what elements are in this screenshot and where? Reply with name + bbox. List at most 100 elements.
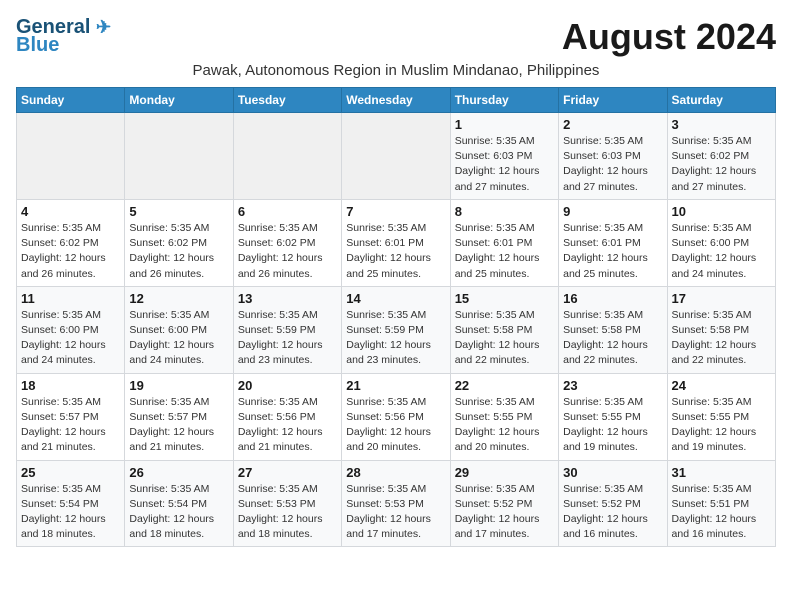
day-number: 21 — [346, 378, 445, 393]
day-number: 8 — [455, 204, 554, 219]
calendar-cell: 28 Sunrise: 5:35 AM Sunset: 5:53 PM Dayli… — [342, 460, 450, 547]
day-number: 11 — [21, 291, 120, 306]
day-info: Sunrise: 5:35 AM Sunset: 5:59 PM Dayligh… — [346, 308, 445, 369]
week-row-3: 11 Sunrise: 5:35 AM Sunset: 6:00 PM Dayli… — [17, 286, 776, 373]
day-info: Sunrise: 5:35 AM Sunset: 5:58 PM Dayligh… — [672, 308, 771, 369]
day-info: Sunrise: 5:35 AM Sunset: 6:01 PM Dayligh… — [346, 221, 445, 282]
calendar-cell: 13 Sunrise: 5:35 AM Sunset: 5:59 PM Dayli… — [233, 286, 341, 373]
logo: General ✈ Blue — [16, 16, 111, 57]
day-number: 7 — [346, 204, 445, 219]
calendar-cell: 23Sunrise: 5:35 AM Sunset: 5:55 PM Dayli… — [559, 373, 667, 460]
day-number: 30 — [563, 465, 662, 480]
day-info: Sunrise: 5:35 AM Sunset: 5:57 PM Dayligh… — [129, 395, 228, 456]
day-info: Sunrise: 5:35 AM Sunset: 6:00 PM Dayligh… — [129, 308, 228, 369]
day-number: 6 — [238, 204, 337, 219]
calendar-table: SundayMondayTuesdayWednesdayThursdayFrid… — [16, 87, 776, 547]
calendar-cell: 4 Sunrise: 5:35 AM Sunset: 6:02 PM Daylig… — [17, 199, 125, 286]
day-info: Sunrise: 5:35 AM Sunset: 6:02 PM Dayligh… — [672, 134, 771, 195]
day-number: 18 — [21, 378, 120, 393]
day-number: 17 — [672, 291, 771, 306]
day-number: 19 — [129, 378, 228, 393]
calendar-cell: 16Sunrise: 5:35 AM Sunset: 5:58 PM Dayli… — [559, 286, 667, 373]
day-info: Sunrise: 5:35 AM Sunset: 5:53 PM Dayligh… — [346, 482, 445, 543]
day-info: Sunrise: 5:35 AM Sunset: 5:52 PM Dayligh… — [455, 482, 554, 543]
day-number: 26 — [129, 465, 228, 480]
day-info: Sunrise: 5:35 AM Sunset: 5:52 PM Dayligh… — [563, 482, 662, 543]
day-number: 4 — [21, 204, 120, 219]
day-number: 12 — [129, 291, 228, 306]
week-row-4: 18 Sunrise: 5:35 AM Sunset: 5:57 PM Dayli… — [17, 373, 776, 460]
day-number: 16 — [563, 291, 662, 306]
day-info: Sunrise: 5:35 AM Sunset: 5:55 PM Dayligh… — [563, 395, 662, 456]
day-info: Sunrise: 5:35 AM Sunset: 5:53 PM Dayligh… — [238, 482, 337, 543]
calendar-cell: 25Sunrise: 5:35 AM Sunset: 5:54 PM Dayli… — [17, 460, 125, 547]
day-header-saturday: Saturday — [667, 88, 775, 113]
calendar-cell: 1 Sunrise: 5:35 AM Sunset: 6:03 PM Daylig… — [450, 113, 558, 200]
month-title: August 2024 — [562, 16, 776, 58]
day-info: Sunrise: 5:35 AM Sunset: 5:56 PM Dayligh… — [238, 395, 337, 456]
day-info: Sunrise: 5:35 AM Sunset: 5:55 PM Dayligh… — [672, 395, 771, 456]
day-info: Sunrise: 5:35 AM Sunset: 6:03 PM Dayligh… — [563, 134, 662, 195]
calendar-cell: 20 Sunrise: 5:35 AM Sunset: 5:56 PM Dayli… — [233, 373, 341, 460]
day-number: 28 — [346, 465, 445, 480]
calendar-cell: 11 Sunrise: 5:35 AM Sunset: 6:00 PM Dayli… — [17, 286, 125, 373]
days-header-row: SundayMondayTuesdayWednesdayThursdayFrid… — [17, 88, 776, 113]
day-info: Sunrise: 5:35 AM Sunset: 5:51 PM Dayligh… — [672, 482, 771, 543]
calendar-cell: 12 Sunrise: 5:35 AM Sunset: 6:00 PM Dayli… — [125, 286, 233, 373]
day-number: 1 — [455, 117, 554, 132]
calendar-cell: 26Sunrise: 5:35 AM Sunset: 5:54 PM Dayli… — [125, 460, 233, 547]
day-info: Sunrise: 5:35 AM Sunset: 6:00 PM Dayligh… — [21, 308, 120, 369]
day-number: 20 — [238, 378, 337, 393]
calendar-cell: 6Sunrise: 5:35 AM Sunset: 6:02 PM Daylig… — [233, 199, 341, 286]
day-header-friday: Friday — [559, 88, 667, 113]
calendar-cell: 27 Sunrise: 5:35 AM Sunset: 5:53 PM Dayli… — [233, 460, 341, 547]
day-info: Sunrise: 5:35 AM Sunset: 6:02 PM Dayligh… — [129, 221, 228, 282]
day-number: 2 — [563, 117, 662, 132]
calendar-cell — [233, 113, 341, 200]
calendar-cell: 22 Sunrise: 5:35 AM Sunset: 5:55 PM Dayli… — [450, 373, 558, 460]
calendar-cell: 31 Sunrise: 5:35 AM Sunset: 5:51 PM Dayli… — [667, 460, 775, 547]
location-title: Pawak, Autonomous Region in Muslim Minda… — [16, 62, 776, 79]
day-header-thursday: Thursday — [450, 88, 558, 113]
day-info: Sunrise: 5:35 AM Sunset: 6:01 PM Dayligh… — [563, 221, 662, 282]
day-info: Sunrise: 5:35 AM Sunset: 6:01 PM Dayligh… — [455, 221, 554, 282]
day-number: 5 — [129, 204, 228, 219]
calendar-cell: 9 Sunrise: 5:35 AM Sunset: 6:01 PM Daylig… — [559, 199, 667, 286]
week-row-5: 25Sunrise: 5:35 AM Sunset: 5:54 PM Dayli… — [17, 460, 776, 547]
week-row-1: 1 Sunrise: 5:35 AM Sunset: 6:03 PM Daylig… — [17, 113, 776, 200]
day-header-sunday: Sunday — [17, 88, 125, 113]
day-info: Sunrise: 5:35 AM Sunset: 6:02 PM Dayligh… — [21, 221, 120, 282]
day-info: Sunrise: 5:35 AM Sunset: 6:03 PM Dayligh… — [455, 134, 554, 195]
calendar-cell: 8 Sunrise: 5:35 AM Sunset: 6:01 PM Daylig… — [450, 199, 558, 286]
day-number: 24 — [672, 378, 771, 393]
calendar-cell: 24 Sunrise: 5:35 AM Sunset: 5:55 PM Dayli… — [667, 373, 775, 460]
calendar-cell — [342, 113, 450, 200]
calendar-cell: 5 Sunrise: 5:35 AM Sunset: 6:02 PM Daylig… — [125, 199, 233, 286]
day-info: Sunrise: 5:35 AM Sunset: 5:55 PM Dayligh… — [455, 395, 554, 456]
calendar-cell: 15Sunrise: 5:35 AM Sunset: 5:58 PM Dayli… — [450, 286, 558, 373]
week-row-2: 4 Sunrise: 5:35 AM Sunset: 6:02 PM Daylig… — [17, 199, 776, 286]
day-number: 13 — [238, 291, 337, 306]
calendar-cell: 30 Sunrise: 5:35 AM Sunset: 5:52 PM Dayli… — [559, 460, 667, 547]
logo-blue: Blue — [16, 34, 59, 57]
day-header-tuesday: Tuesday — [233, 88, 341, 113]
calendar-cell: 18 Sunrise: 5:35 AM Sunset: 5:57 PM Dayli… — [17, 373, 125, 460]
day-info: Sunrise: 5:35 AM Sunset: 5:57 PM Dayligh… — [21, 395, 120, 456]
day-info: Sunrise: 5:35 AM Sunset: 5:56 PM Dayligh… — [346, 395, 445, 456]
day-info: Sunrise: 5:35 AM Sunset: 6:00 PM Dayligh… — [672, 221, 771, 282]
day-number: 22 — [455, 378, 554, 393]
calendar-cell: 7 Sunrise: 5:35 AM Sunset: 6:01 PM Daylig… — [342, 199, 450, 286]
day-number: 27 — [238, 465, 337, 480]
calendar-cell: 10 Sunrise: 5:35 AM Sunset: 6:00 PM Dayli… — [667, 199, 775, 286]
calendar-cell: 17 Sunrise: 5:35 AM Sunset: 5:58 PM Dayli… — [667, 286, 775, 373]
header: General ✈ Blue August 2024 — [16, 16, 776, 58]
day-number: 3 — [672, 117, 771, 132]
calendar-cell — [17, 113, 125, 200]
day-number: 10 — [672, 204, 771, 219]
day-number: 31 — [672, 465, 771, 480]
day-number: 14 — [346, 291, 445, 306]
calendar-cell: 19 Sunrise: 5:35 AM Sunset: 5:57 PM Dayli… — [125, 373, 233, 460]
day-number: 25 — [21, 465, 120, 480]
day-number: 9 — [563, 204, 662, 219]
day-info: Sunrise: 5:35 AM Sunset: 5:59 PM Dayligh… — [238, 308, 337, 369]
